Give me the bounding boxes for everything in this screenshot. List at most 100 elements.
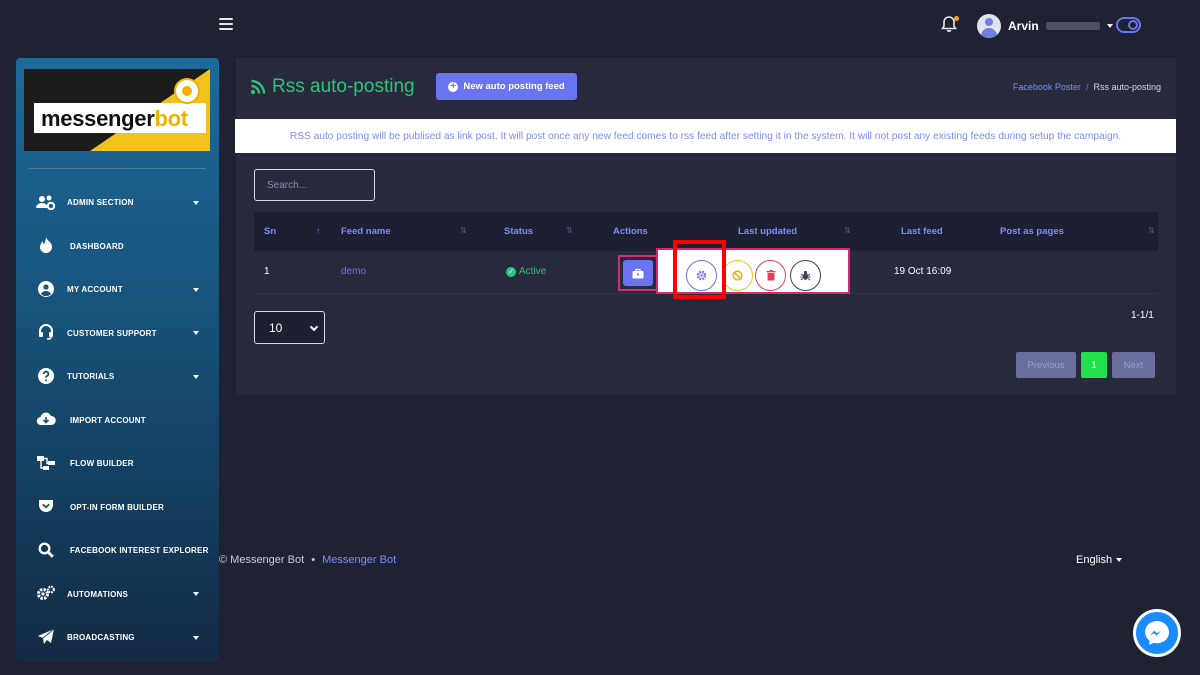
status-label: Active <box>519 266 547 277</box>
chevron-down-icon <box>193 592 199 597</box>
sidebar-item-tutorials[interactable]: TUTORIALS <box>16 355 219 399</box>
column-header-post-as-pages[interactable]: Post as pages <box>1000 226 1064 237</box>
cogs-icon <box>36 585 56 603</box>
hamburger-menu-icon[interactable] <box>219 18 233 32</box>
bug-icon <box>800 270 811 281</box>
sort-icon[interactable]: ↑ <box>316 226 320 235</box>
sort-icon[interactable]: ⇅ <box>1148 226 1155 235</box>
chevron-down-icon <box>1106 24 1113 28</box>
settings-button[interactable] <box>686 260 717 291</box>
logo[interactable]: messengerbot <box>24 69 210 151</box>
logo-text-bot: bot <box>154 106 188 131</box>
column-header-last-updated[interactable]: Last updated <box>738 226 797 237</box>
sort-icon[interactable]: ⇅ <box>566 226 573 235</box>
table-header: Sn ↑ Feed name ⇅ Status ⇅ Actions Last u… <box>254 212 1158 251</box>
sidebar-item-dashboard[interactable]: DASHBOARD <box>16 225 219 269</box>
record-count: 1-1/1 <box>1131 310 1154 321</box>
logo-text-main: messenger <box>41 106 155 131</box>
sidebar: messengerbot ADMIN SECTION DASHBOARD MY … <box>16 58 219 662</box>
bell-icon[interactable] <box>941 16 959 34</box>
cloud-download-icon <box>36 411 56 429</box>
sidebar-item-label: MY ACCOUNT <box>67 285 123 295</box>
sort-icon[interactable]: ⇅ <box>460 226 467 235</box>
language-selector[interactable]: English <box>1076 554 1123 566</box>
check-circle-icon: ✓ <box>506 266 516 277</box>
footer-link[interactable]: Messenger Bot <box>322 554 396 566</box>
user-circle-icon <box>36 280 56 299</box>
messenger-icon <box>1145 621 1169 645</box>
sidebar-item-label: OPT-IN FORM BUILDER <box>70 502 165 512</box>
notification-dot <box>954 16 959 21</box>
chevron-down-icon <box>1116 558 1123 562</box>
sidebar-item-label: FLOW BUILDER <box>70 459 134 469</box>
sort-icon[interactable]: ⇅ <box>844 226 851 235</box>
sidebar-item-label: ADMIN SECTION <box>67 198 134 208</box>
page-size-value: 10 <box>269 320 283 335</box>
column-header-status[interactable]: Status <box>504 226 533 237</box>
sidebar-item-flow-builder[interactable]: FLOW BUILDER <box>16 442 219 486</box>
messenger-chat-button[interactable] <box>1133 609 1181 657</box>
page-size-select[interactable]: 10 <box>254 311 325 344</box>
cell-feed-name-link[interactable]: demo <box>341 266 366 277</box>
sidebar-item-label: FACEBOOK INTEREST EXPLORER <box>70 546 209 556</box>
info-alert: RSS auto posting will be publised as lin… <box>235 119 1176 153</box>
fire-icon <box>36 237 56 255</box>
robot-icon <box>174 78 200 104</box>
status-badge: ✓ Active <box>506 266 546 277</box>
top-bar: Arvin <box>0 0 1200 52</box>
page-1-button[interactable]: 1 <box>1081 352 1107 378</box>
sidebar-item-import-account[interactable]: IMPORT ACCOUNT <box>16 399 219 443</box>
debug-button[interactable] <box>790 260 821 291</box>
sidebar-item-label: CUSTOMER SUPPORT <box>67 328 157 338</box>
column-header-last-feed[interactable]: Last feed <box>901 226 943 237</box>
avatar <box>977 14 1001 38</box>
footer: © Messenger Bot • Messenger Bot <box>219 554 396 566</box>
breadcrumb-parent-link[interactable]: Facebook Poster <box>1013 82 1081 92</box>
pocket-icon <box>36 498 56 516</box>
search-input[interactable] <box>254 169 375 201</box>
sidebar-item-admin-section[interactable]: ADMIN SECTION <box>16 181 219 225</box>
sidebar-item-customer-support[interactable]: CUSTOMER SUPPORT <box>16 312 219 356</box>
language-label: English <box>1076 554 1113 566</box>
sidebar-item-opt-in-form-builder[interactable]: OPT-IN FORM BUILDER <box>16 486 219 530</box>
user-name: Arvin <box>1008 19 1039 33</box>
sidebar-item-label: AUTOMATIONS <box>67 589 129 599</box>
sidebar-item-broadcasting[interactable]: BROADCASTING <box>16 616 219 660</box>
breadcrumb-current: Rss auto-posting <box>1093 82 1161 92</box>
chevron-down-icon <box>309 322 319 332</box>
previous-page-button[interactable]: Previous <box>1016 352 1076 378</box>
sitemap-icon <box>36 455 56 473</box>
actions-toggle-button[interactable] <box>623 260 653 286</box>
search-icon <box>36 542 56 560</box>
headset-icon <box>36 324 56 342</box>
new-button-label: New auto posting feed <box>463 81 565 92</box>
sidebar-item-label: DASHBOARD <box>70 241 124 251</box>
actions-menu <box>656 248 850 294</box>
column-header-sn[interactable]: Sn <box>264 226 276 237</box>
sidebar-item-automations[interactable]: AUTOMATIONS <box>16 573 219 617</box>
cell-sn: 1 <box>264 266 270 277</box>
users-cog-icon <box>36 194 56 212</box>
rss-icon <box>250 79 266 95</box>
paper-plane-icon <box>36 628 56 647</box>
new-auto-posting-feed-button[interactable]: + New auto posting feed <box>436 73 577 100</box>
chevron-down-icon <box>193 374 199 379</box>
redacted-name <box>1045 22 1100 30</box>
page-title: Rss auto-posting <box>272 76 415 97</box>
chevron-down-icon <box>193 331 199 336</box>
gear-icon <box>696 270 707 281</box>
actions-toggle-highlight <box>618 255 658 291</box>
delete-button[interactable] <box>755 260 786 291</box>
sidebar-nav: ADMIN SECTION DASHBOARD MY ACCOUNT CUSTO… <box>16 181 219 660</box>
theme-toggle[interactable] <box>1116 17 1141 33</box>
sidebar-item-facebook-interest-explorer[interactable]: FACEBOOK INTEREST EXPLORER <box>16 529 219 573</box>
sidebar-item-label: BROADCASTING <box>67 633 135 643</box>
disable-button[interactable] <box>722 260 753 291</box>
column-header-actions[interactable]: Actions <box>613 226 648 237</box>
column-header-feed-name[interactable]: Feed name <box>341 226 391 237</box>
sidebar-item-my-account[interactable]: MY ACCOUNT <box>16 268 219 312</box>
next-page-button[interactable]: Next <box>1112 352 1155 378</box>
user-menu[interactable]: Arvin <box>977 14 1113 38</box>
plus-circle-icon: + <box>448 81 459 92</box>
sidebar-divider <box>28 168 206 169</box>
